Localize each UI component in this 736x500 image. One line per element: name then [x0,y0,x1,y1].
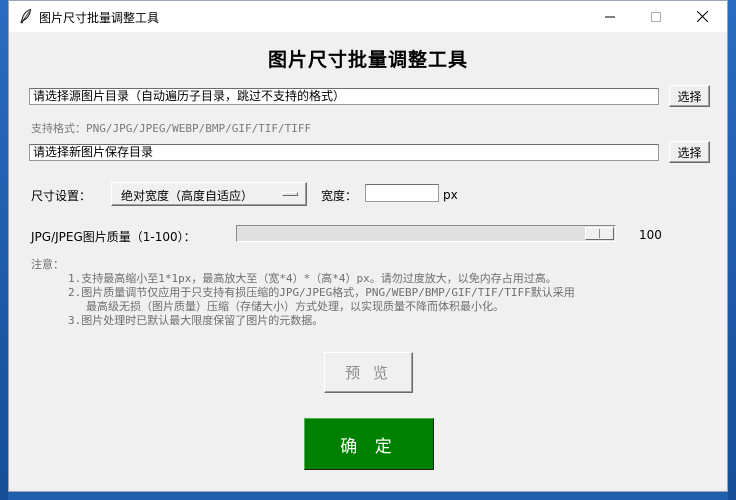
desktop-background-left [0,0,8,500]
note-line-2: 2.图片质量调节仅应用于只支持有损压缩的JPG/JPEG格式，PNG/WEBP/… [68,286,575,299]
window-content: 图片尺寸批量调整工具 请选择源图片目录（自动遍历子目录，跳过不支持的格式） 选择… [9,32,727,493]
desktop-background-right [728,0,736,500]
close-button[interactable] [679,1,725,32]
note-line-1: 1.支持最高缩小至1*1px，最高放大至（宽*4）*（高*4）px。请勿过度放大… [68,272,557,285]
width-label: 宽度： [321,189,358,203]
note-line-3: 最高级无损（图片质量）压缩（存储大小）方式处理，以实现质量不降而体积最小化。 [86,300,504,313]
title-bar[interactable]: 图片尺寸批量调整工具 [9,1,727,32]
select-source-button[interactable]: 选择 [669,85,710,107]
note-line-4: 3.图片处理时已默认最大限度保留了图片的元数据。 [68,314,324,327]
quality-value: 100 [639,228,662,242]
preview-button[interactable]: 预 览 [324,352,413,393]
source-directory-field[interactable]: 请选择源图片目录（自动遍历子目录，跳过不支持的格式） [29,88,659,105]
supported-formats-hint: 支持格式：PNG/JPG/JPEG/WEBP/BMP/GIF/TIF/TIFF [31,122,312,135]
maximize-icon [651,11,661,22]
page-title: 图片尺寸批量调整工具 [267,49,468,71]
minimize-button[interactable] [587,1,633,32]
size-setting-label: 尺寸设置： [31,189,92,203]
quality-slider-thumb[interactable] [585,227,614,240]
slider-grip-icon [599,229,600,238]
confirm-button[interactable]: 确 定 [304,418,434,470]
window-title: 图片尺寸批量调整工具 [39,11,160,25]
select-target-button[interactable]: 选择 [669,141,710,163]
minimize-icon [605,16,615,17]
notes-section: 注意： 1.支持最高缩小至1*1px，最高放大至（宽*4）*（高*4）px。请勿… [31,258,575,328]
width-unit-label: px [443,188,458,202]
size-mode-dropdown[interactable]: 绝对宽度（高度自适应） [111,182,307,206]
size-mode-value: 绝对宽度（高度自适应） [121,189,254,203]
close-icon [696,11,708,22]
target-directory-field[interactable]: 请选择新图片保存目录 [29,144,659,161]
quality-slider[interactable] [236,225,616,242]
dropdown-indicator-icon [282,192,298,196]
app-window: 图片尺寸批量调整工具 图片尺寸批量调整工具 请选择源图片目录（自动遍历子目录，跳… [8,0,728,492]
quality-label: JPG/JPEG图片质量（1-100）： [31,230,196,244]
notes-heading: 注意： [31,258,64,271]
feather-icon [20,8,32,24]
width-input[interactable] [365,184,439,202]
maximize-button[interactable] [633,1,679,32]
